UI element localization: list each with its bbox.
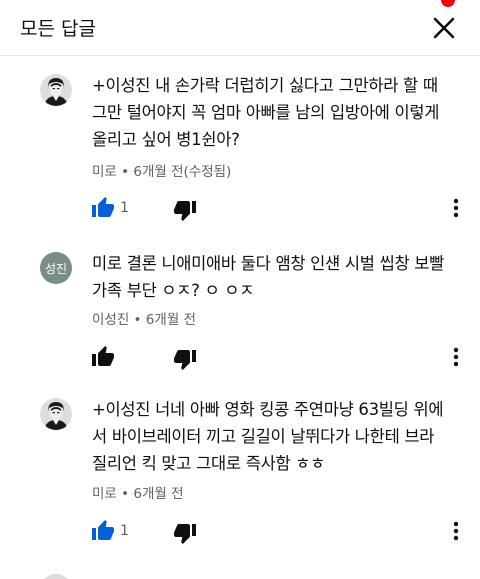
thumb-down-icon (174, 524, 196, 544)
thumb-up-icon (92, 520, 114, 540)
comment-text: +이성진 내 손가락 더럽히기 싫다고 그만하라 할 때 그만 털어야지 꼭 엄… (92, 76, 440, 149)
comment-meta: 이성진 • 6개월 전 (92, 312, 196, 328)
page-title: 모든 답글 (20, 18, 96, 40)
more-actions-button[interactable] (446, 519, 466, 543)
comment-actions (0, 345, 480, 375)
dislike-button[interactable] (173, 347, 197, 371)
dislike-button[interactable] (173, 521, 197, 545)
like-count: 1 (120, 523, 129, 539)
portrait-photo (40, 74, 72, 106)
thumb-down-icon (174, 350, 196, 370)
comment-actions: 1 (0, 519, 480, 549)
avatar-initials: 성진 (44, 261, 68, 276)
comment-text: 미로 결론 니애미애바 둘다 앰창 인섄 시벌 씹창 보빨 가족 부단 ㅇㅈ? … (92, 254, 445, 300)
comment-text: +이성진 너네 아빠 영화 킹콩 주연마냥 63빌딩 위에 서 바이브레이터 끼… (92, 400, 444, 473)
comment-meta: 미로 • 6개월 전 (92, 486, 184, 502)
more-vertical-icon (453, 347, 459, 367)
more-vertical-icon (453, 521, 459, 541)
notification-dot (441, 0, 455, 7)
like-count: 1 (120, 200, 129, 216)
dislike-button[interactable] (173, 198, 197, 222)
like-button[interactable] (91, 196, 115, 220)
avatar[interactable]: 성진 (40, 252, 72, 284)
thumb-up-icon (92, 197, 114, 217)
avatar[interactable] (40, 574, 72, 579)
more-vertical-icon (453, 198, 459, 218)
replies-header: 모든 답글 (0, 0, 480, 56)
avatar[interactable] (40, 74, 72, 106)
like-button[interactable] (91, 345, 115, 369)
thumb-up-icon (92, 346, 114, 366)
portrait-photo (40, 398, 72, 430)
more-actions-button[interactable] (446, 196, 466, 220)
more-actions-button[interactable] (446, 345, 466, 369)
close-button[interactable] (428, 12, 460, 44)
thumb-down-icon (174, 201, 196, 221)
close-icon (433, 17, 455, 39)
comment-actions: 1 (0, 196, 480, 226)
comment-meta: 미로 • 6개월 전(수정됨) (92, 164, 232, 180)
avatar[interactable] (40, 398, 72, 430)
like-button[interactable] (91, 519, 115, 543)
